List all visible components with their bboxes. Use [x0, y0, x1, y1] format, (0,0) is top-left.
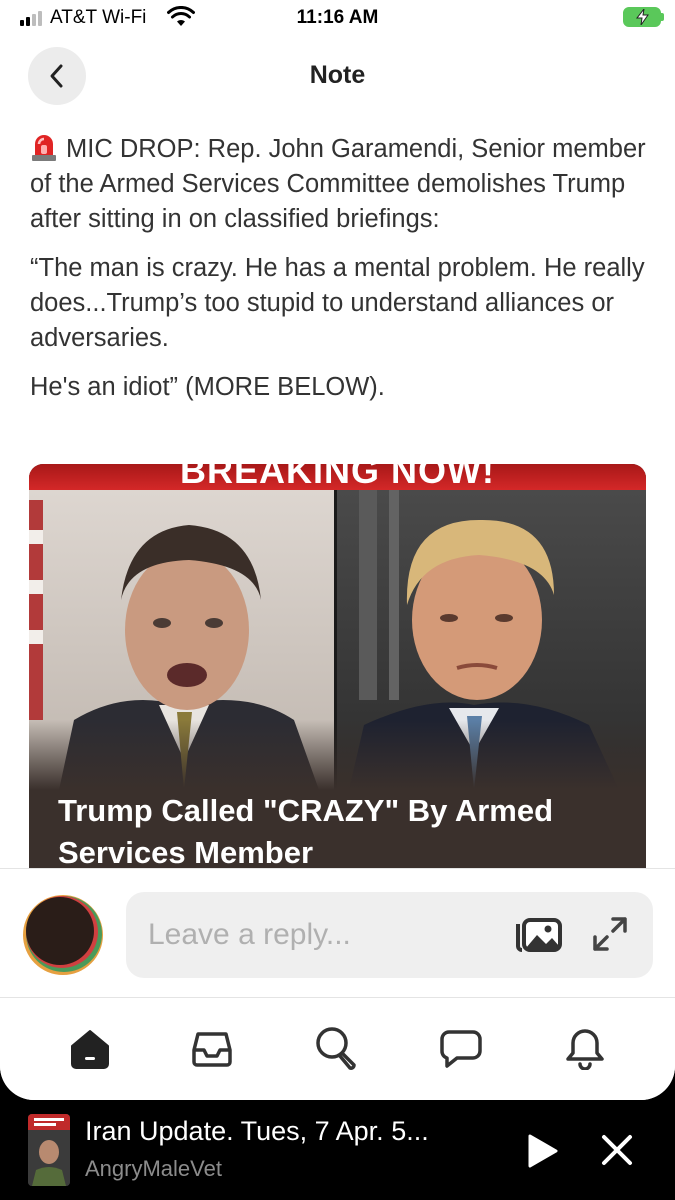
note-paragraph: “The man is crazy. He has a mental probl…	[30, 254, 645, 352]
play-icon[interactable]	[524, 1132, 560, 1170]
bell-icon	[566, 1029, 604, 1070]
status-bar: AT&T Wi-Fi 11:16 AM	[0, 0, 675, 40]
note-paragraph: He's an idiot” (MORE BELOW).	[30, 373, 385, 401]
page-title: Note	[309, 61, 366, 89]
reply-bar: Leave a reply...	[0, 868, 675, 998]
tab-bar	[0, 999, 675, 1100]
expand-icon[interactable]	[591, 915, 629, 953]
card-caption: Trump Called "CRAZY" By Armed Services M…	[58, 793, 554, 870]
card-image	[29, 490, 646, 790]
clock: 11:16 AM	[296, 7, 379, 28]
note-paragraph: MIC DROP: Rep. John Garamendi, Senior me…	[30, 131, 650, 237]
tab-inbox[interactable]	[188, 1024, 236, 1072]
player-artwork	[28, 1114, 70, 1186]
note-body: MIC DROP: Rep. John Garamendi, Senior me…	[30, 131, 650, 419]
avatar[interactable]	[22, 894, 104, 976]
player-title: Iran Update. Tues, 7 Apr. 5...	[85, 1116, 429, 1146]
tab-home[interactable]	[66, 1024, 114, 1072]
player-author: AngryMaleVet	[85, 1156, 222, 1181]
siren-icon	[32, 135, 56, 161]
charging-bolt-icon	[635, 9, 649, 25]
reply-placeholder: Leave a reply...	[148, 918, 351, 951]
app-sheet: AT&T Wi-Fi 11:16 AM Note MIC DROP: Rep. …	[0, 0, 675, 1100]
inbox-icon	[192, 1032, 232, 1067]
photo-gallery-icon[interactable]	[512, 914, 564, 956]
home-icon	[71, 1030, 109, 1069]
note-paragraph-text: MIC DROP: Rep. John Garamendi, Senior me…	[30, 135, 646, 233]
chat-icon	[440, 1030, 482, 1068]
mini-player[interactable]: Iran Update. Tues, 7 Apr. 5... AngryMale…	[0, 1100, 675, 1200]
close-icon[interactable]	[600, 1133, 634, 1167]
link-preview-card[interactable]: BREAKING NOW! Trump Called "CRAZY" By Ar…	[29, 464, 646, 874]
card-banner-text: BREAKING NOW!	[180, 464, 495, 490]
battery-tip	[661, 13, 664, 21]
card-banner: BREAKING NOW!	[29, 464, 646, 490]
tab-chat[interactable]	[437, 1024, 485, 1072]
battery-icon	[623, 7, 661, 27]
search-icon	[316, 1027, 356, 1070]
tab-activity[interactable]	[561, 1024, 609, 1072]
tab-search[interactable]	[313, 1024, 361, 1072]
